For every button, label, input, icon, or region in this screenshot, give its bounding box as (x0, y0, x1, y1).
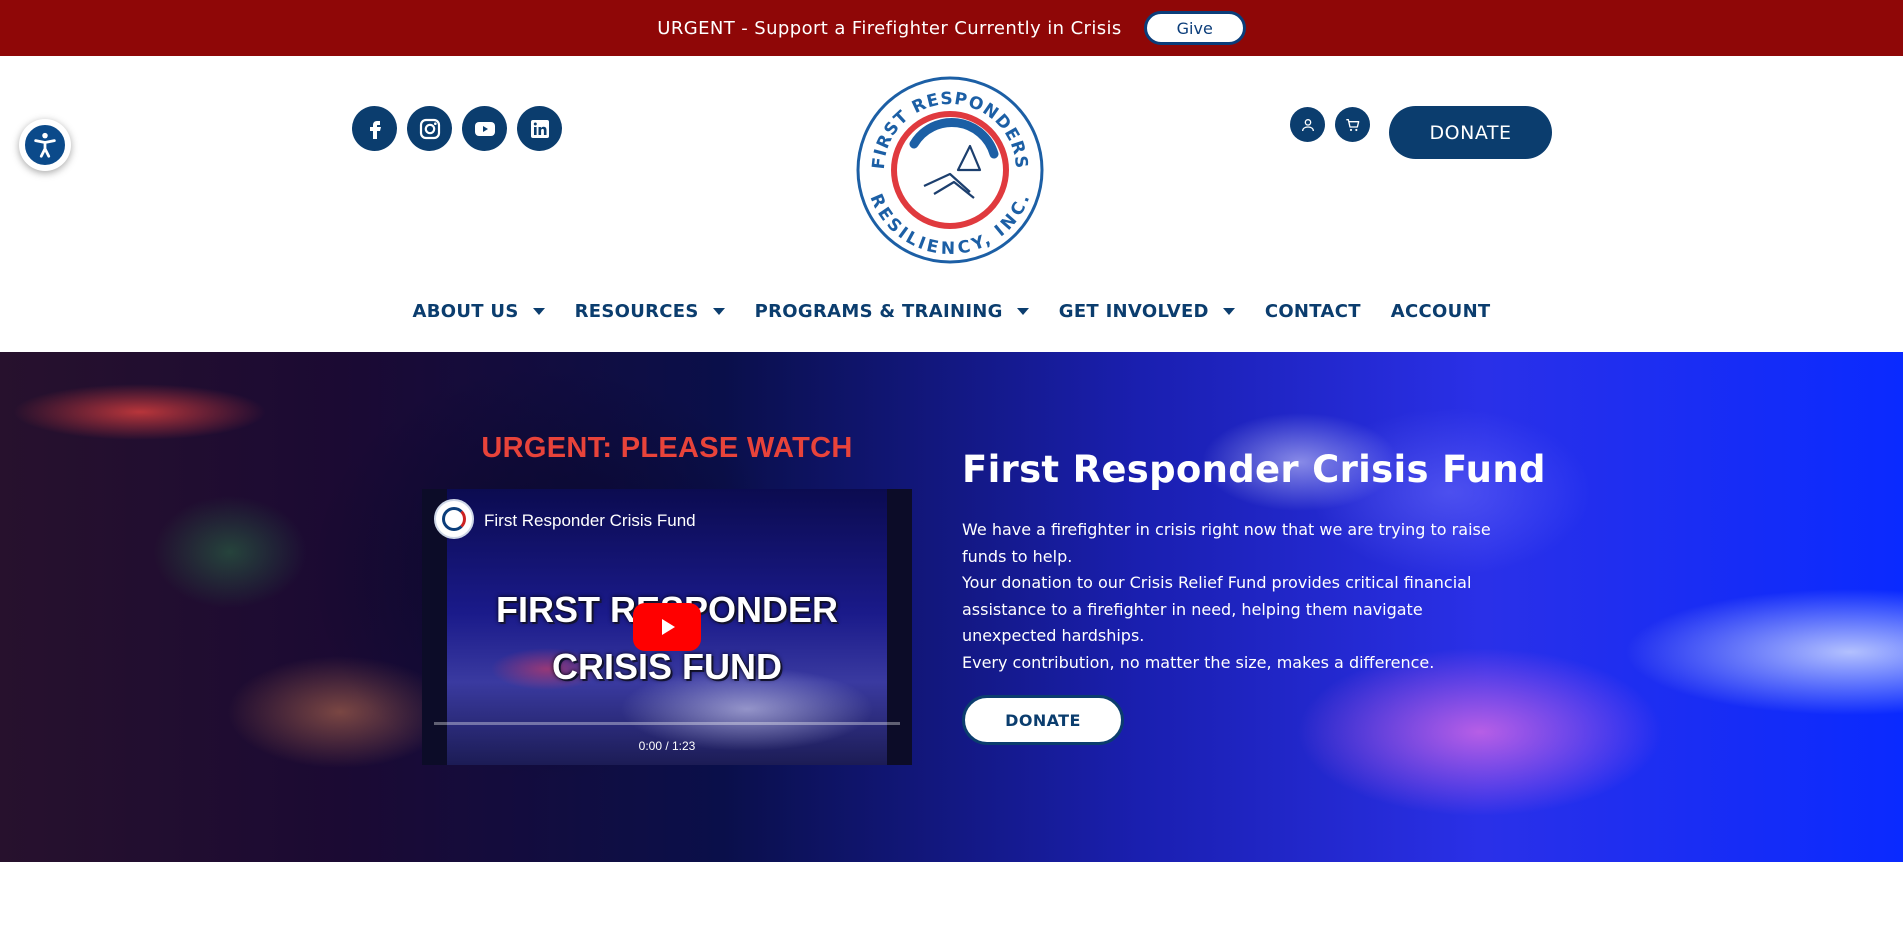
instagram-icon (419, 118, 440, 139)
video-title[interactable]: First Responder Crisis Fund (484, 511, 696, 531)
header-donate-button[interactable]: DONATE (1389, 106, 1552, 159)
user-icon (1301, 118, 1314, 131)
main-nav: ABOUT US RESOURCES PROGRAMS & TRAINING G… (0, 296, 1903, 326)
caret-down-icon (1016, 307, 1029, 315)
youtube-link[interactable] (462, 106, 507, 151)
nav-label: ACCOUNT (1390, 300, 1491, 322)
cart-icon (1345, 118, 1359, 131)
video-player[interactable]: First Responder Crisis Fund FIRST RESPON… (422, 489, 912, 765)
play-icon (662, 619, 675, 635)
fund-paragraph: Your donation to our Crisis Relief Fund … (962, 573, 1472, 645)
give-button[interactable]: Give (1143, 11, 1246, 45)
accessibility-icon-wrap (23, 123, 67, 167)
fund-description: We have a firefighter in crisis right no… (962, 517, 1522, 676)
accessibility-icon (34, 132, 56, 158)
caret-down-icon (712, 307, 725, 315)
nav-label: RESOURCES (574, 300, 699, 322)
fund-paragraph: We have a firefighter in crisis right no… (962, 520, 1491, 566)
urgent-banner: URGENT - Support a Firefighter Currently… (0, 0, 1903, 56)
urgent-banner-text: URGENT - Support a Firefighter Currently… (657, 17, 1122, 39)
video-time: 0:00 / 1:23 (638, 739, 696, 753)
hero-section: URGENT: PLEASE WATCH First Responder Cri… (0, 352, 1903, 862)
hero-donate-button[interactable]: DONATE (962, 695, 1124, 745)
account-link[interactable] (1290, 107, 1325, 142)
facebook-link[interactable] (352, 106, 397, 151)
social-links (352, 106, 562, 151)
caret-down-icon (1222, 307, 1235, 315)
youtube-icon (474, 121, 495, 136)
play-button[interactable] (633, 603, 701, 651)
nav-label: ABOUT US (412, 300, 519, 322)
fund-title: First Responder Crisis Fund (962, 448, 1546, 491)
nav-item-programs-training[interactable]: PROGRAMS & TRAINING (740, 296, 1044, 326)
facebook-icon (369, 120, 381, 139)
accessibility-button[interactable] (19, 119, 71, 171)
channel-avatar[interactable] (434, 499, 474, 539)
video-overlay-line-2: CRISIS FUND (551, 646, 782, 687)
logo-emblem: FIRST RESPONDERS RESILIENCY, INC. (856, 76, 1044, 264)
nav-label: PROGRAMS & TRAINING (754, 300, 1003, 322)
nav-item-about-us[interactable]: ABOUT US (397, 296, 559, 326)
linkedin-link[interactable] (517, 106, 562, 151)
caret-down-icon (532, 307, 545, 315)
instagram-link[interactable] (407, 106, 452, 151)
nav-item-resources[interactable]: RESOURCES (560, 296, 740, 326)
linkedin-icon (530, 119, 549, 138)
nav-label: GET INVOLVED (1058, 300, 1209, 322)
nav-item-account[interactable]: ACCOUNT (1376, 296, 1506, 326)
video-progress-bar[interactable] (434, 722, 900, 725)
site-logo[interactable]: FIRST RESPONDERS RESILIENCY, INC. (854, 74, 1046, 266)
nav-label: CONTACT (1264, 300, 1361, 322)
cart-link[interactable] (1335, 107, 1370, 142)
nav-item-contact[interactable]: CONTACT (1250, 296, 1376, 326)
watch-heading: URGENT: PLEASE WATCH (481, 432, 853, 464)
site-header: FIRST RESPONDERS RESILIENCY, INC. DONATE… (0, 56, 1903, 352)
fund-paragraph: Every contribution, no matter the size, … (962, 652, 1435, 672)
nav-item-get-involved[interactable]: GET INVOLVED (1044, 296, 1250, 326)
channel-logo-icon (442, 507, 466, 531)
header-utility-icons (1290, 107, 1370, 142)
